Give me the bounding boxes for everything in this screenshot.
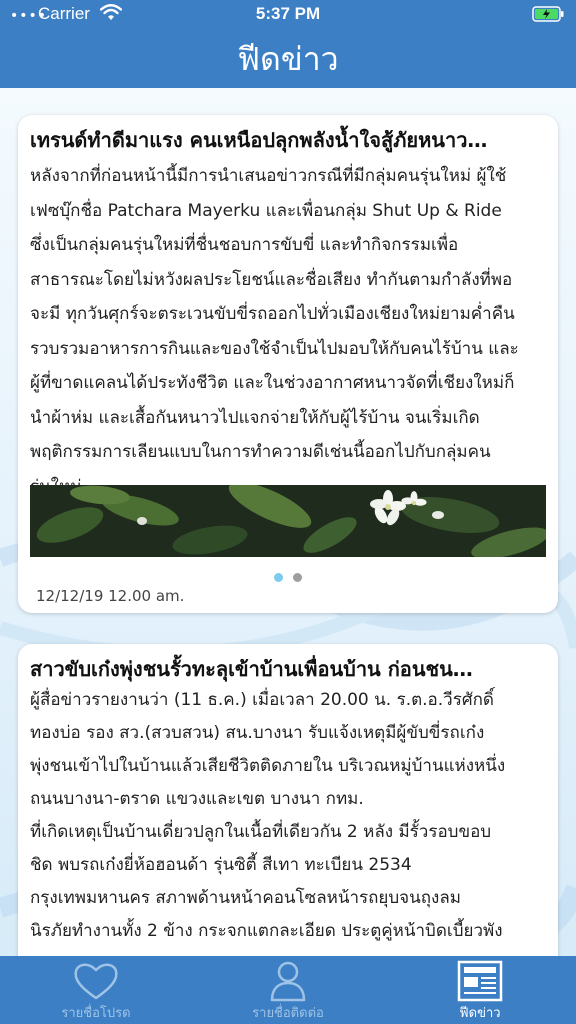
page-title: ฟีดข่าว [237,40,339,78]
tab-news-feed-label: ฟีดข่าว [459,1006,501,1021]
news-title: เทรนด์ทำดีมาแรง คนเหนือปลุกพลังน้ำใจสู้ภ… [30,128,488,152]
news-title: สาวขับเก๋งพุ่งชนรั้วทะลุเข้าบ้านเพื่อนบ้… [30,657,473,681]
news-card[interactable]: เทรนด์ทำดีมาแรง คนเหนือปลุกพลังน้ำใจสู้ภ… [18,115,558,613]
news-feed-list[interactable]: เทรนด์ทำดีมาแรง คนเหนือปลุกพลังน้ำใจสู้ภ… [0,88,576,956]
tab-favorites[interactable]: รายชื่อโปรด [0,956,192,1024]
heart-icon [74,963,118,1000]
tab-favorites-label: รายชื่อโปรด [61,1006,131,1021]
pager-dot[interactable] [293,573,302,582]
person-icon [270,961,306,1002]
news-date: 12/12/19 12.00 am. [36,587,185,605]
clock: 5:37 PM [255,4,321,23]
news-body: หลังจากที่ก่อนหน้านี้มีการนำเสนอข่าวกรณี… [30,166,519,497]
status-bar: •••• Carrier 5:37 PM [0,0,576,30]
tab-contacts-label: รายชื่อติดต่อ [252,1006,324,1021]
news-image[interactable] [30,485,546,557]
tab-news-feed[interactable]: ฟีดข่าว [384,956,576,1024]
newspaper-icon [457,960,503,1002]
image-pager[interactable] [18,567,558,586]
news-body: ผู้สื่อข่าวรายงานว่า (11 ธ.ค.) เมื่อเวลา… [30,690,506,941]
news-card[interactable]: สาวขับเก๋งพุ่งชนรั้วทะลุเข้าบ้านเพื่อนบ้… [18,644,558,956]
navigation-bar: ฟีดข่าว [0,30,576,88]
pager-dot-active[interactable] [274,573,283,582]
tab-bar: รายชื่อโปรด รายชื่อติดต่อ ฟีดข่าว [0,956,576,1024]
battery-charging-icon [532,6,564,22]
tab-contacts[interactable]: รายชื่อติดต่อ [192,956,384,1024]
